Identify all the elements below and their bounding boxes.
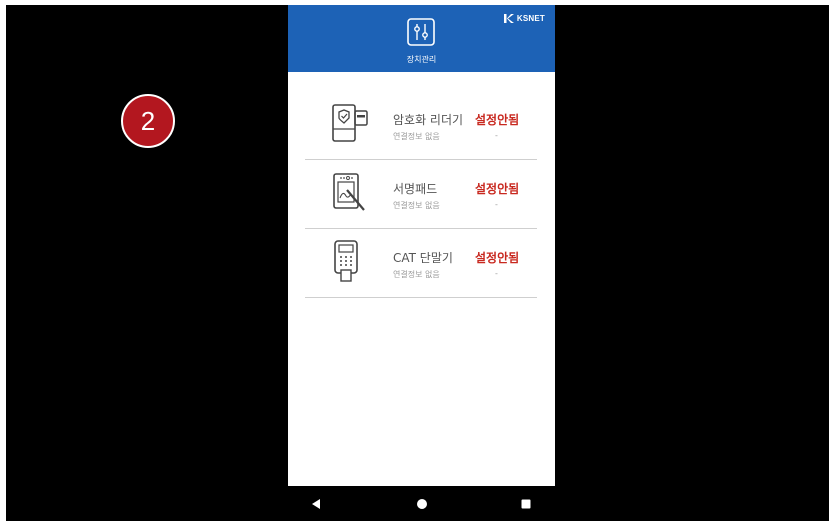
device-status: 설정안됨 <box>475 113 520 127</box>
recent-apps-icon[interactable] <box>519 497 533 511</box>
device-status: 설정안됨 <box>475 182 520 196</box>
brand-logo: KSNET <box>503 14 545 23</box>
signature-pad-icon <box>333 173 365 211</box>
device-connection-value: - <box>495 200 498 209</box>
device-row-card-reader[interactable]: 암호화 리더기 설정안됨 연결정보 없음 - <box>305 91 537 160</box>
device-row-signature-pad[interactable]: 서명패드 설정안됨 연결정보 없음 - <box>305 160 537 229</box>
device-connection-info: 연결정보 없음 <box>393 132 440 141</box>
ksnet-logo-icon <box>503 14 514 23</box>
home-icon[interactable] <box>415 497 429 511</box>
device-list: 암호화 리더기 설정안됨 연결정보 없음 - 서명패드 설정안됨 연결정보 없음… <box>305 91 537 298</box>
page-title: 장치관리 <box>406 55 437 64</box>
sliders-icon[interactable] <box>407 18 435 46</box>
android-nav-bar <box>288 486 555 521</box>
step-number-badge: 2 <box>121 94 175 148</box>
cat-terminal-icon <box>334 240 358 282</box>
brand-name: KSNET <box>516 14 545 23</box>
device-name: CAT 단말기 <box>393 251 453 265</box>
app-header: KSNET 장치관리 <box>288 5 555 72</box>
device-connection-info: 연결정보 없음 <box>393 201 440 210</box>
device-connection-value: - <box>495 131 498 140</box>
phone-screen: KSNET 장치관리 암호화 리더기 설정안됨 연결정보 없음 - 서명패드 설… <box>288 5 555 521</box>
device-connection-info: 연결정보 없음 <box>393 270 440 279</box>
back-icon[interactable] <box>309 497 323 511</box>
device-connection-value: - <box>495 269 498 278</box>
card-reader-icon <box>332 104 368 142</box>
device-name: 서명패드 <box>393 182 438 196</box>
device-row-cat-terminal[interactable]: CAT 단말기 설정안됨 연결정보 없음 - <box>305 229 537 298</box>
device-status: 설정안됨 <box>475 251 520 265</box>
device-name: 암호화 리더기 <box>393 113 464 127</box>
